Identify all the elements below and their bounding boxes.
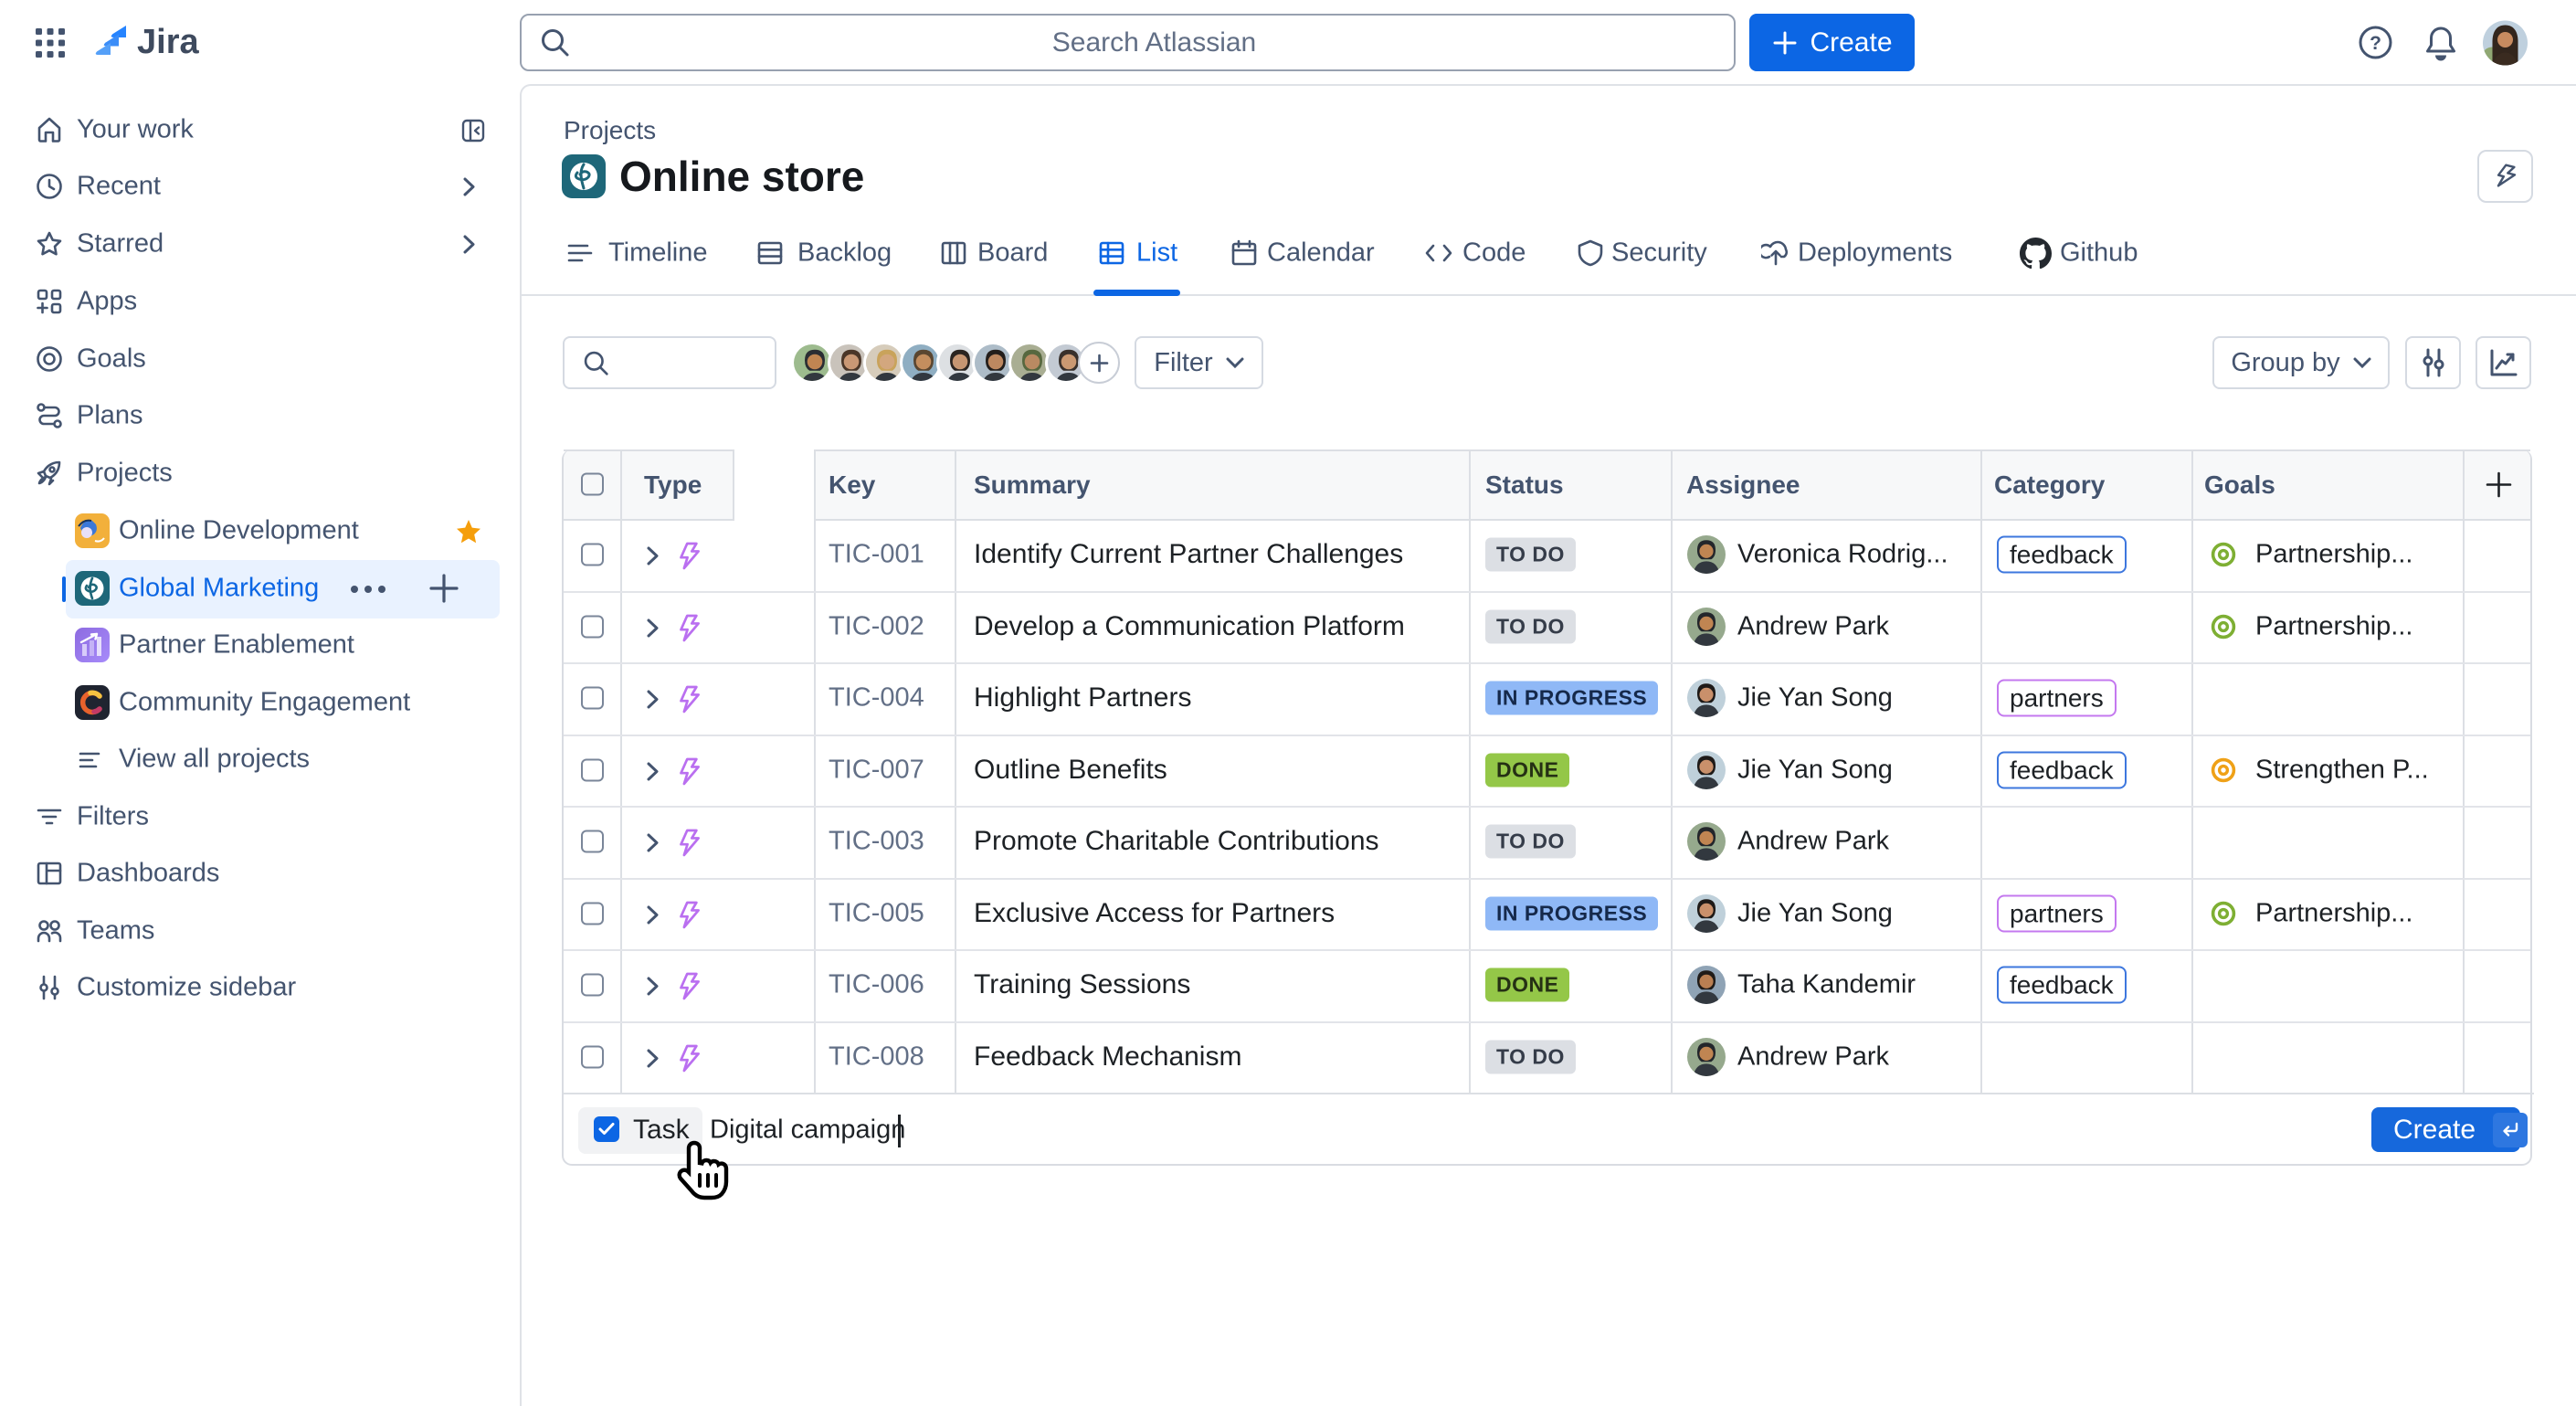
svg-text:?: ? [2370, 33, 2381, 54]
